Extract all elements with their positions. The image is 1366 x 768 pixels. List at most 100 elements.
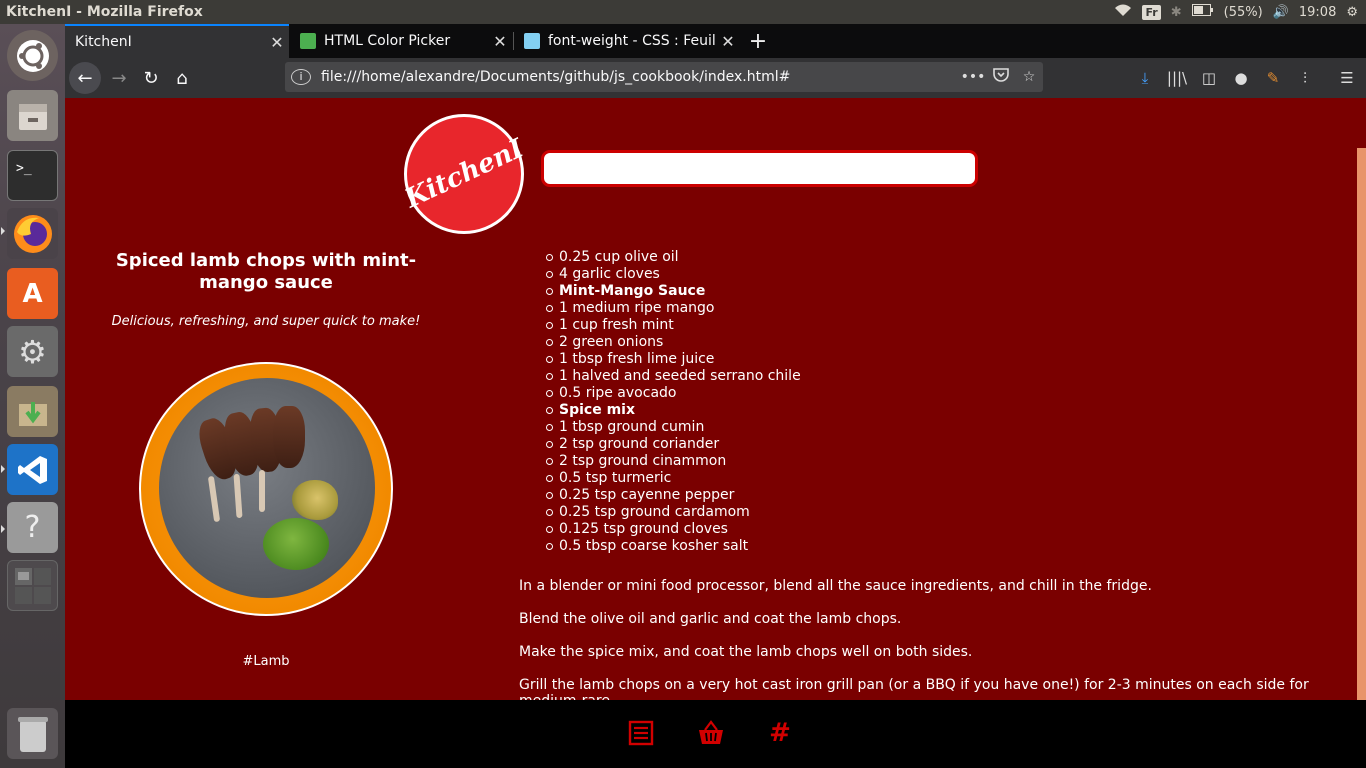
logo-text: KitchenI: [400, 133, 528, 215]
basket-icon[interactable]: [696, 718, 726, 748]
browser-tab-bar: KitchenI ✕ HTML Color Picker ✕ font-weig…: [65, 24, 1366, 58]
tab-font-weight-mdn[interactable]: font-weight - CSS : Feuill ✕: [514, 24, 740, 58]
clock[interactable]: 19:08: [1299, 5, 1336, 20]
ingredient-section-heading: Spice mix: [545, 402, 801, 419]
recipe-title: Spiced lamb chops with mint-mango sauce: [115, 250, 417, 293]
help-icon[interactable]: ?: [7, 502, 58, 553]
avocado: [292, 480, 338, 520]
mdn-favicon-icon: [524, 33, 540, 49]
ingredient-list: 0.25 cup olive oil 4 garlic cloves Mint-Ma…: [545, 249, 801, 555]
terminal-icon[interactable]: >_: [7, 150, 58, 201]
ingredient-item: 0.5 ripe avocado: [545, 385, 801, 402]
software-center-icon[interactable]: A: [7, 268, 58, 319]
ubuntu-dash-icon[interactable]: [7, 30, 58, 81]
bluetooth-icon[interactable]: ✱: [1171, 5, 1182, 20]
window-title: KitchenI - Mozilla Firefox: [6, 4, 203, 20]
battery-icon[interactable]: [1191, 4, 1214, 20]
ingredient-item: 4 garlic cloves: [545, 266, 801, 283]
ingredient-section-heading: Mint-Mango Sauce: [545, 283, 801, 300]
downloads-icon[interactable]: ⤓: [1134, 68, 1156, 88]
bookmark-star-icon[interactable]: ☆: [1015, 69, 1043, 85]
browser-nav-bar: ← → ↻ ⌂ i file:///home/alexandre/Documen…: [65, 58, 1366, 98]
close-tab-icon[interactable]: ✕: [488, 32, 512, 51]
page-scrollbar[interactable]: [1357, 98, 1366, 700]
ingredient-item: 1 medium ripe mango: [545, 300, 801, 317]
extension-2-icon[interactable]: ⫶: [1294, 68, 1316, 88]
bottom-navigation: #: [65, 700, 1366, 768]
search-input[interactable]: [541, 150, 978, 187]
archive-installer-icon[interactable]: [7, 386, 58, 437]
menu-icon[interactable]: ☰: [1336, 68, 1358, 88]
firefox-running-indicator: [1, 227, 5, 235]
ingredient-item: 1 halved and seeded serrano chile: [545, 368, 801, 385]
url-bar[interactable]: i file:///home/alexandre/Documents/githu…: [285, 62, 1043, 92]
settings-gear-icon[interactable]: ⚙: [1346, 5, 1358, 20]
recipe-subtitle: Delicious, refreshing, and super quick t…: [111, 314, 421, 329]
system-tray: Fr ✱ (55%) 🔊 19:08 ⚙: [1114, 0, 1358, 24]
firefox-icon[interactable]: [7, 208, 58, 259]
reload-button[interactable]: ↻: [135, 62, 167, 94]
extension-icon[interactable]: ✎: [1262, 68, 1284, 88]
help-running-indicator: [1, 525, 5, 533]
volume-icon[interactable]: 🔊: [1273, 5, 1289, 20]
back-button[interactable]: ←: [69, 62, 101, 94]
account-icon[interactable]: ●: [1230, 68, 1252, 88]
tab-kitcheni[interactable]: KitchenI ✕: [65, 24, 289, 58]
ingredient-item: 0.125 tsp ground cloves: [545, 521, 801, 538]
ingredient-item: 2 tsp ground cinammon: [545, 453, 801, 470]
trash-icon[interactable]: [7, 708, 58, 759]
ingredient-item: 0.25 cup olive oil: [545, 249, 801, 266]
tab-label: HTML Color Picker: [324, 33, 451, 49]
chop-bone: [259, 470, 265, 512]
wifi-icon[interactable]: [1114, 3, 1132, 21]
pocket-icon[interactable]: [987, 68, 1015, 86]
lamb-chop: [273, 406, 305, 468]
sidebar-icon[interactable]: ◫: [1198, 68, 1220, 88]
ingredient-item: 2 green onions: [545, 334, 801, 351]
chop-bone: [207, 475, 221, 523]
page-info-icon[interactable]: i: [291, 69, 311, 85]
files-icon[interactable]: [7, 90, 58, 141]
mint-mango-sauce: [263, 518, 329, 570]
unity-launcher: >_ A ⚙ ?: [0, 24, 65, 768]
page-actions-icon[interactable]: •••: [959, 69, 987, 85]
recipe-list-icon[interactable]: [626, 718, 656, 748]
close-tab-icon[interactable]: ✕: [716, 32, 740, 51]
scrollbar-thumb[interactable]: [1357, 148, 1366, 700]
ingredient-item: 0.25 tsp ground cardamom: [545, 504, 801, 521]
ingredient-item: 1 tbsp fresh lime juice: [545, 351, 801, 368]
kitcheni-logo[interactable]: KitchenI: [400, 114, 528, 234]
recipe-step: In a blender or mini food processor, ble…: [519, 578, 1152, 594]
ingredient-item: 1 tbsp ground cumin: [545, 419, 801, 436]
vscode-running-indicator: [1, 465, 5, 473]
forward-button[interactable]: →: [103, 62, 135, 94]
battery-percent: (55%): [1223, 4, 1263, 20]
home-button[interactable]: ⌂: [166, 62, 198, 94]
recipe-photo: [139, 362, 393, 616]
ingredient-item: 1 cup fresh mint: [545, 317, 801, 334]
chop-bone: [233, 473, 243, 519]
new-tab-button[interactable]: +: [745, 24, 771, 58]
url-text[interactable]: file:///home/alexandre/Documents/github/…: [321, 69, 959, 85]
tab-label: font-weight - CSS : Feuill: [548, 33, 716, 49]
library-icon[interactable]: |||\: [1166, 68, 1188, 88]
tab-html-color-picker[interactable]: HTML Color Picker ✕: [290, 24, 512, 58]
ingredient-item: 0.5 tsp turmeric: [545, 470, 801, 487]
hashtag-icon[interactable]: #: [765, 718, 795, 748]
keyboard-layout-indicator[interactable]: Fr: [1142, 4, 1161, 20]
ingredient-item: 2 tsp ground coriander: [545, 436, 801, 453]
page-content: KitchenI Spiced lamb chops with mint-man…: [65, 98, 1357, 700]
system-top-panel: KitchenI - Mozilla Firefox Fr ✱ (55%) 🔊 …: [0, 0, 1366, 24]
tab-label: KitchenI: [75, 34, 132, 50]
recipe-steps: In a blender or mini food processor, ble…: [519, 578, 1319, 700]
recipe-tag[interactable]: #Lamb: [101, 654, 431, 669]
ingredient-item: 0.5 tbsp coarse kosher salt: [545, 538, 801, 555]
w3schools-favicon-icon: [300, 33, 316, 49]
plate-dish: [159, 378, 375, 598]
close-tab-icon[interactable]: ✕: [265, 33, 289, 52]
recipe-step: Grill the lamb chops on a very hot cast …: [519, 677, 1309, 700]
recipe-step: Make the spice mix, and coat the lamb ch…: [519, 644, 973, 660]
system-settings-icon[interactable]: ⚙: [7, 326, 58, 377]
workspace-switcher-icon[interactable]: [7, 560, 58, 611]
vscode-icon[interactable]: [7, 444, 58, 495]
